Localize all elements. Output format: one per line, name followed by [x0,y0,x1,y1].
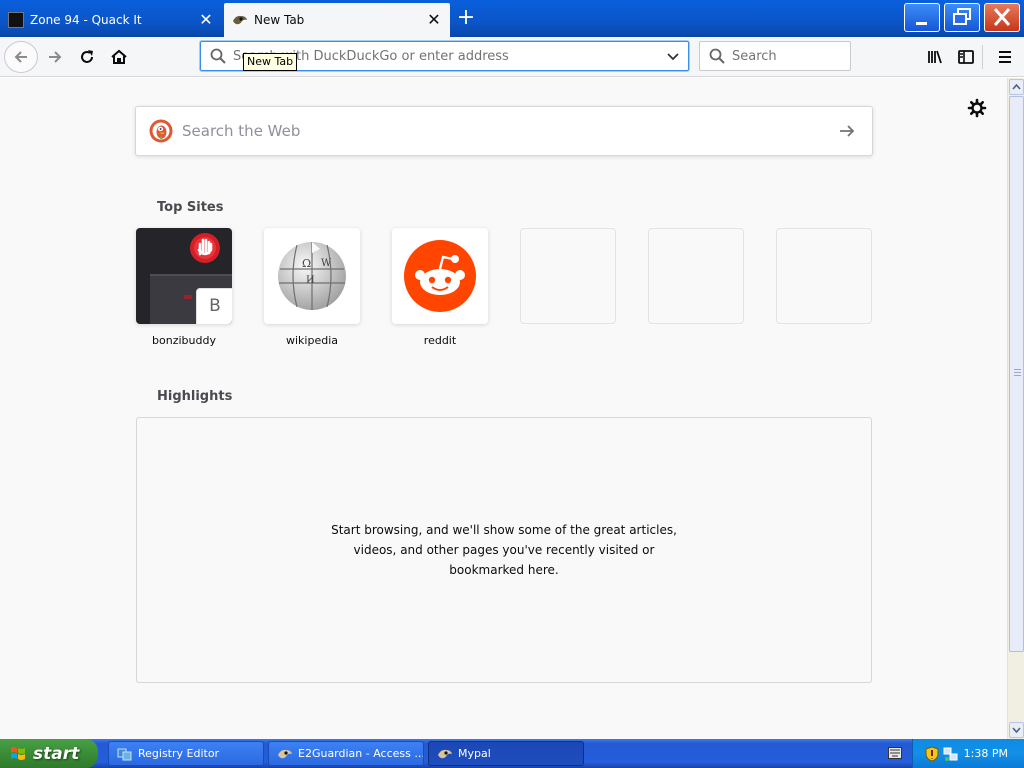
chevron-down-icon [1012,727,1021,733]
top-site-empty[interactable] [776,228,872,324]
back-button[interactable] [4,41,38,73]
sidebar-button[interactable] [951,42,981,72]
start-button[interactable]: start [0,739,98,768]
taskbar-item-registry-editor[interactable]: Registry Editor [108,741,264,766]
reddit-logo-icon [404,240,476,312]
chevron-down-icon[interactable] [664,47,682,65]
new-tab-page: Top Sites B bonzibuddy Ω [0,78,1007,739]
tab-new-tab[interactable]: New Tab ✕ [224,3,450,37]
mypal-favicon-icon [233,15,247,25]
scroll-up-button[interactable] [1009,79,1024,95]
sidebar-icon [958,50,974,64]
network-icon[interactable] [943,746,959,762]
start-label: start [33,743,80,764]
search-icon [209,47,227,65]
top-site-empty[interactable] [648,228,744,324]
site-thumbnail[interactable] [392,228,488,324]
system-tray: 1:38 PM [912,739,1024,768]
taskbar-item-e2guardian[interactable]: E2Guardian - Access ... [268,741,424,766]
site-label: reddit [423,334,457,347]
library-icon [928,50,942,64]
mypal-icon [438,749,452,758]
restore-button[interactable] [944,3,980,32]
empty-site-slot[interactable] [648,228,744,324]
site-thumbnail[interactable]: Ω W И [264,228,360,324]
keyboard-icon[interactable] [888,747,902,759]
web-search-input[interactable] [182,122,837,140]
site-label: bonzibuddy [152,334,216,347]
library-button[interactable] [920,42,950,72]
security-shield-icon[interactable] [925,745,939,762]
svg-text:И: И [306,275,315,286]
tab-title: New Tab [254,13,305,27]
task-label: E2Guardian - Access ... [298,747,424,760]
hamburger-menu-icon [999,51,1011,63]
page-settings-button[interactable] [966,97,988,119]
site-label: wikipedia [285,334,338,347]
windows-taskbar: start Registry Editor E2Guardian - Acces… [0,739,1024,768]
arrow-right-icon[interactable] [837,121,857,141]
highlights-empty-message: Start browsing, and we'll show some of t… [331,523,677,577]
home-icon [111,49,127,64]
reload-button[interactable] [72,42,102,72]
top-site-wikipedia[interactable]: Ω W И wikipedia [264,228,360,347]
restore-icon [953,8,971,25]
close-tab-icon[interactable]: ✕ [426,12,442,28]
forward-arrow-icon [49,51,62,63]
wikipedia-globe-icon: Ω W И [278,242,346,310]
empty-site-slot[interactable] [776,228,872,324]
svg-text:W: W [321,258,332,269]
clock: 1:38 PM [963,747,1008,760]
empty-site-slot[interactable] [520,228,616,324]
zone94-favicon-icon [8,12,24,28]
close-icon [993,8,1011,26]
highlights-heading: Highlights [157,389,233,404]
web-search-box[interactable] [135,106,873,156]
home-button[interactable] [104,42,134,72]
tab-zone94[interactable]: Zone 94 - Quack It ✕ [0,3,222,37]
scrollbar-thumb[interactable] [1009,96,1024,652]
back-arrow-icon [14,51,27,63]
scroll-down-button[interactable] [1009,722,1024,738]
gear-icon [967,98,987,118]
task-label: Mypal [458,747,491,760]
reload-icon [81,50,93,63]
tab-tooltip: New Tab [243,53,298,71]
new-tab-button[interactable]: + [452,6,480,32]
top-site-bonzibuddy[interactable]: B bonzibuddy [136,228,232,347]
site-thumbnail[interactable]: B [136,228,232,324]
toolbar-separator [982,45,983,69]
scrollbar-grip [1014,369,1021,376]
search-bar[interactable] [699,41,851,71]
search-input[interactable] [732,48,850,64]
taskbar-item-mypal[interactable]: Mypal [428,741,584,766]
forward-button[interactable] [40,42,70,72]
minimize-button[interactable] [904,3,940,32]
top-sites-heading: Top Sites [157,200,224,215]
search-icon [708,47,726,65]
nav-bar [0,37,1024,77]
duckduckgo-logo-icon [149,119,173,143]
menu-button[interactable] [990,42,1020,72]
top-site-reddit[interactable]: reddit [392,228,488,347]
vertical-scrollbar[interactable] [1007,78,1024,739]
minimize-icon [916,22,927,25]
close-window-button[interactable] [984,3,1020,32]
chevron-up-icon [1012,84,1021,90]
task-label: Registry Editor [138,747,220,760]
close-tab-icon[interactable]: ✕ [198,12,214,28]
svg-text:Ω: Ω [302,257,311,270]
mypal-icon [278,749,292,758]
site-letter-badge: B [196,288,232,324]
registry-editor-icon [117,748,132,760]
stop-hand-icon [190,233,220,263]
tab-title: Zone 94 - Quack It [30,13,142,27]
highlights-empty-state: Start browsing, and we'll show some of t… [136,417,872,683]
screenshot-mark [184,295,192,299]
top-site-empty[interactable] [520,228,616,324]
tab-strip: Zone 94 - Quack It ✕ New Tab ✕ + [0,0,1024,37]
windows-flag-icon [11,746,25,760]
